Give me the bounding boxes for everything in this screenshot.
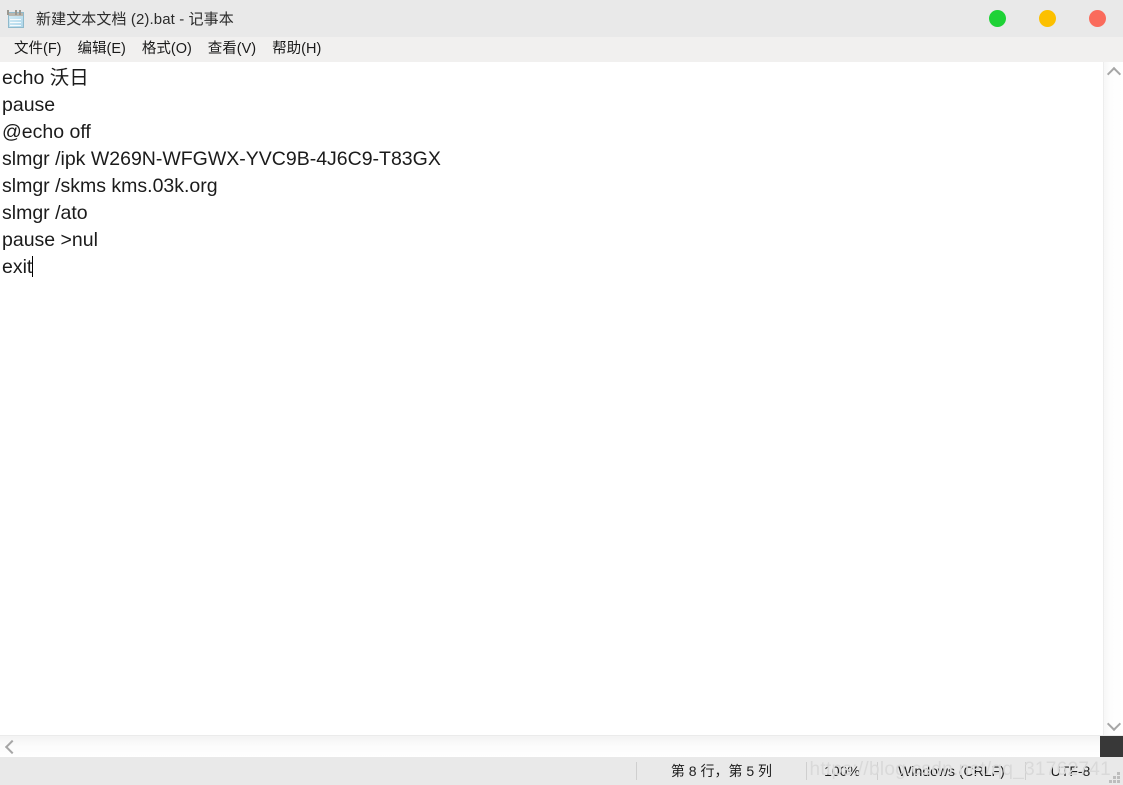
text-line-with-caret: exit [2,254,1103,281]
title-bar-left: 新建文本文档 (2).bat - 记事本 [0,8,234,30]
editor-region: echo 沃日 pause @echo off slmgr /ipk W269N… [0,62,1123,735]
notepad-window: 新建文本文档 (2).bat - 记事本 文件(F) 编辑(E) 格式(O) 查… [0,0,1123,785]
status-cursor-position: 第 8 行，第 5 列 [636,762,806,780]
horizontal-scrollbar[interactable] [0,735,1123,763]
resize-grip[interactable] [1107,770,1120,783]
text-caret [32,256,34,277]
close-button[interactable] [1089,10,1106,27]
menu-bar: 文件(F) 编辑(E) 格式(O) 查看(V) 帮助(H) [0,37,1123,62]
menu-item-edit[interactable]: 编辑(E) [70,37,134,62]
text-line-content: exit [2,256,33,278]
menu-item-file[interactable]: 文件(F) [6,37,70,62]
text-line: slmgr /skms kms.03k.org [2,175,218,197]
title-bar: 新建文本文档 (2).bat - 记事本 [0,0,1123,37]
scroll-down-button[interactable] [1104,715,1123,735]
menu-item-view[interactable]: 查看(V) [200,37,264,62]
window-title: 新建文本文档 (2).bat - 记事本 [36,11,234,28]
window-controls [989,0,1106,37]
status-zoom-level[interactable]: 100% [806,762,877,780]
text-line: pause >nul [2,229,98,251]
status-encoding[interactable]: UTF-8 [1025,762,1115,780]
menu-item-format[interactable]: 格式(O) [134,37,200,62]
text-line: @echo off [2,121,91,143]
minimize-button[interactable] [989,10,1006,27]
chevron-left-icon [4,739,19,754]
text-line: echo 沃日 [2,67,89,89]
text-line: slmgr /ipk W269N-WFGWX-YVC9B-4J6C9-T83GX [2,148,441,170]
status-line-ending[interactable]: Windows (CRLF) [877,762,1025,780]
scroll-up-button[interactable] [1104,62,1123,82]
chevron-down-icon [1106,716,1121,731]
status-bar: 第 8 行，第 5 列 100% Windows (CRLF) UTF-8 ht… [0,757,1123,785]
chevron-up-icon [1106,66,1121,81]
maximize-button[interactable] [1039,10,1056,27]
text-editor[interactable]: echo 沃日 pause @echo off slmgr /ipk W269N… [0,62,1103,735]
text-line: slmgr /ato [2,202,88,224]
scroll-left-button[interactable] [0,736,20,758]
vertical-scrollbar[interactable] [1103,62,1123,735]
text-line: pause [2,94,56,116]
notepad-icon [7,9,27,30]
menu-item-help[interactable]: 帮助(H) [264,37,329,62]
